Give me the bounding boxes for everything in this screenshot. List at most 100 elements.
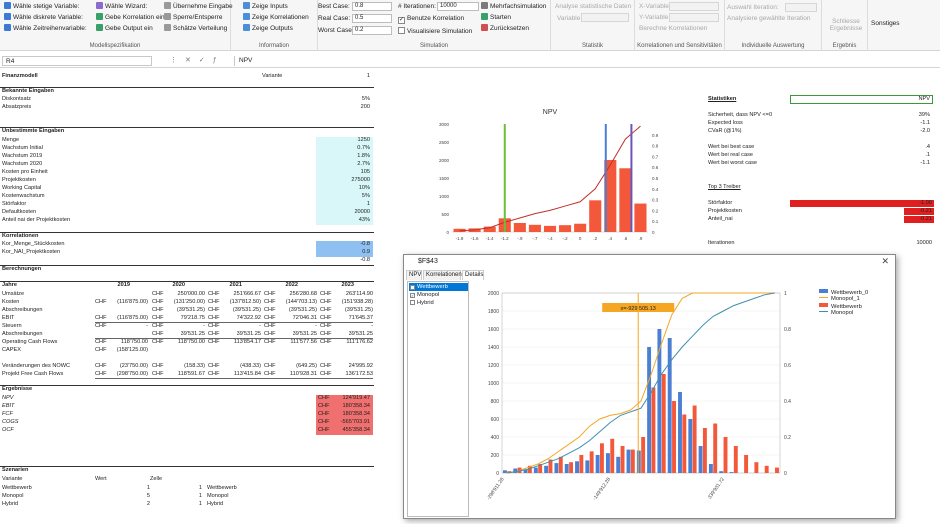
cell-value: 113'415.84 [233, 371, 261, 377]
list-item[interactable]: ✓ Monopol [409, 291, 468, 299]
play-icon [481, 13, 488, 20]
cell-value: 2 [146, 501, 150, 507]
real-case-input[interactable]: 0.5 [352, 14, 392, 23]
row-label: Kosten pro Einheit [2, 169, 48, 175]
outputs-icon [243, 24, 250, 31]
list-item[interactable]: Hybrid [409, 299, 468, 307]
group-info: Zeige Inputs Zeige Korrelationen Zeige O… [231, 0, 318, 51]
formula-input[interactable]: NPV [234, 56, 934, 66]
multi-simulation-button[interactable]: Mehrfachsimulation [481, 2, 546, 10]
row-label: Operating Cash Flows [2, 339, 58, 345]
tab-npv[interactable]: NPV [406, 270, 422, 280]
choose-discrete-button[interactable]: Wähle diskrete Variable: [4, 13, 83, 21]
row-label: Kor_NAI_Projektkosten [2, 249, 61, 255]
cell-value: 71'645.37 [348, 315, 373, 321]
cell-value: 39'531.25 [180, 331, 205, 337]
y-tick-label: 1400 [488, 345, 499, 351]
start-button[interactable]: Starten [481, 13, 511, 21]
output-icon [96, 24, 103, 31]
variable-icon [4, 2, 11, 9]
y2-tick-label: 0.6 [784, 363, 791, 369]
legend-item: Monopol [819, 310, 853, 316]
reset-button[interactable]: Zurücksetzen [481, 24, 529, 32]
best-case-input[interactable]: 0.8 [352, 2, 392, 11]
use-correlation-checkbox[interactable]: ✓ Benutze Korrelation [398, 15, 464, 24]
close-icon[interactable]: ✕ [881, 256, 889, 267]
inputs-icon [243, 2, 250, 9]
tab-correlations[interactable]: Korrelationen [423, 270, 462, 280]
lock-icon [164, 13, 171, 20]
cell-value: (158'125.00) [116, 347, 148, 353]
variable-select[interactable] [581, 13, 629, 22]
show-inputs-button[interactable]: Zeige Inputs [243, 2, 288, 10]
group-correlations: X-Variable Y-Variable Berechne Korrelati… [635, 0, 725, 51]
row-label: EBIT [2, 315, 15, 321]
y-variable-select[interactable] [669, 13, 719, 22]
cell-value: (23'750.00) [119, 363, 148, 369]
y-tick-label: 600 [491, 417, 500, 423]
list-item[interactable]: ✓ Wettbewerb [409, 283, 468, 291]
cell-value: 118'750.00 [177, 339, 205, 345]
bar [574, 223, 587, 232]
visualize-checkbox[interactable]: Visualisiere Simulation [398, 27, 472, 35]
analyze-stats-button[interactable]: Analyse statistische Daten [555, 3, 631, 10]
x-tick-label: -.4 [547, 236, 553, 240]
row-value: -0.8 [360, 257, 370, 263]
iterations-input[interactable]: 10000 [437, 2, 479, 11]
x-tick-label: -.2 [562, 236, 568, 240]
row-value: 5% [361, 193, 370, 199]
cell-value: - [203, 323, 205, 329]
calc-correlations-button[interactable]: Berechne Korrelationen [639, 25, 707, 32]
cell-value: 1 [198, 493, 202, 499]
iteration-select[interactable] [785, 3, 817, 12]
year-header: Jahre [2, 282, 17, 288]
legend-swatch [819, 303, 828, 307]
stat-label: Wert bei best case [708, 144, 755, 150]
x-variable-select[interactable] [669, 2, 719, 11]
col-header: Zelle [150, 476, 163, 482]
enter-output-button[interactable]: Gebe Output ein [96, 24, 153, 32]
row-value: 1250 [357, 137, 370, 143]
close-results-button[interactable]: Schliesse Ergebnisse [828, 18, 864, 32]
stat-label: Wert bei real case [708, 152, 753, 158]
stat-value: 39% [918, 112, 930, 118]
checkbox-icon [398, 27, 405, 34]
group-title: Individuelle Auswertung [741, 43, 805, 49]
row-label: Veränderungen des NOWC [2, 363, 71, 369]
y2-tick-label: 0.2 [784, 435, 791, 441]
x-tick-label: -1.6 [471, 236, 479, 240]
group-simulation: Best Case: 0.8 Real Case: 0.5 Worst Case… [318, 0, 551, 51]
scenario-list: ✓ Wettbewerb ✓ Monopol Hybrid [407, 281, 469, 517]
name-box[interactable]: R4 [2, 56, 152, 66]
legend-swatch [819, 289, 828, 293]
analyze-iteration-button[interactable]: Analysiere gewählte Iteration [727, 15, 810, 22]
top-drivers-label: Top 3 Treiber [708, 184, 741, 190]
bar-wettbewerb [575, 461, 579, 473]
choose-continuous-button[interactable]: Wähle stetige Variable: [4, 2, 79, 10]
estimate-distribution-button[interactable]: Schätze Verteilung [164, 24, 227, 32]
year-header: 2019 [117, 282, 130, 288]
enter-correlation-button[interactable]: Gebe Korrelation ein [96, 13, 165, 21]
tab-details[interactable]: Details [462, 270, 484, 280]
show-correlations-button[interactable]: Zeige Korrelationen [243, 13, 309, 21]
y-tick-label: 1800 [488, 309, 499, 315]
worst-case-input[interactable]: 0.2 [352, 26, 392, 35]
row-label: Wachstum Initial [2, 145, 43, 151]
marker-label: x=-929 505.13 [621, 306, 656, 312]
bar-wettbewerb [729, 472, 734, 473]
choose-timeseries-button[interactable]: Wähle Zeitreihenvariable: [4, 24, 87, 32]
row-label: Projekt Free Cash Flows [2, 371, 64, 377]
year-header: 2020 [172, 282, 185, 288]
show-outputs-button[interactable]: Zeige Outputs [243, 24, 293, 32]
x-tick-label: -149'912.28 [592, 477, 612, 502]
lock-button[interactable]: Sperre/Entsperre [164, 13, 223, 21]
cell-value: (144'703.13) [285, 299, 317, 305]
wizard-button[interactable]: Wähle Wizard: [96, 2, 147, 10]
year-header: 2022 [285, 282, 298, 288]
x-tick-label: .2 [593, 236, 597, 240]
bar-monopol [692, 405, 697, 473]
cell-value: (438.33) [240, 363, 261, 369]
apply-input-button[interactable]: Übernehme Eingabe [164, 2, 233, 10]
misc-button[interactable]: Sonstiges [871, 20, 900, 27]
cell-value: 118'750.00 [120, 339, 148, 345]
